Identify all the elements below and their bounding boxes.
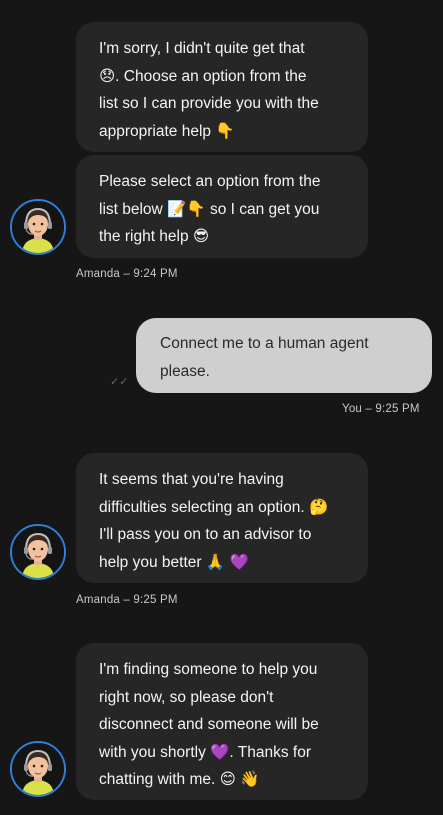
message-line: I'm sorry, I didn't quite get that [99, 40, 305, 57]
message-line: help you better 🙏 💜 [99, 553, 249, 571]
message-line: disconnect and someone will be [99, 716, 319, 733]
agent-avatar [10, 524, 66, 580]
message-line: difficulties selecting an option. 🤔 [99, 498, 329, 516]
timestamp: Amanda – 9:24 PM [76, 268, 178, 280]
message-line: right now, so please don't [99, 688, 274, 706]
agent-avatar-icon [12, 526, 64, 578]
bot-message-4: I'm finding someone to help you right no… [76, 643, 368, 800]
message-line: list below 📝👇 so I can get you [99, 200, 320, 218]
message-line: please. [160, 362, 210, 380]
message-line: Please select an option from the [99, 173, 321, 190]
bot-message-3: It seems that you're having difficulties… [76, 453, 368, 583]
message-line: list so I can provide you with the [99, 95, 319, 112]
message-line: I'll pass you on to an advisor to [99, 526, 312, 543]
agent-avatar [10, 741, 66, 797]
agent-avatar-icon [12, 201, 64, 253]
user-message: Connect me to a human agent please. [136, 318, 432, 393]
timestamp: Amanda – 9:25 PM [76, 594, 178, 606]
agent-avatar [10, 199, 66, 255]
message-line: Connect me to a human agent [160, 335, 369, 352]
message-line: It seems that you're having [99, 471, 284, 488]
double-check-icon: ✓✓ [110, 376, 129, 388]
message-line: 😞. Choose an option from the [99, 67, 307, 85]
message-line: appropriate help 👇 [99, 122, 235, 140]
bot-message-2: Please select an option from the list be… [76, 155, 368, 258]
timestamp: You – 9:25 PM [342, 403, 420, 415]
bot-message-1: I'm sorry, I didn't quite get that 😞. Ch… [76, 22, 368, 152]
message-line: chatting with me. 😊 👋 [99, 771, 260, 788]
message-line: with you shortly 💜. Thanks for [99, 743, 311, 761]
message-line: I'm finding someone to help you [99, 661, 318, 678]
message-line: the right help 😎 [99, 228, 210, 245]
agent-avatar-icon [12, 743, 64, 795]
